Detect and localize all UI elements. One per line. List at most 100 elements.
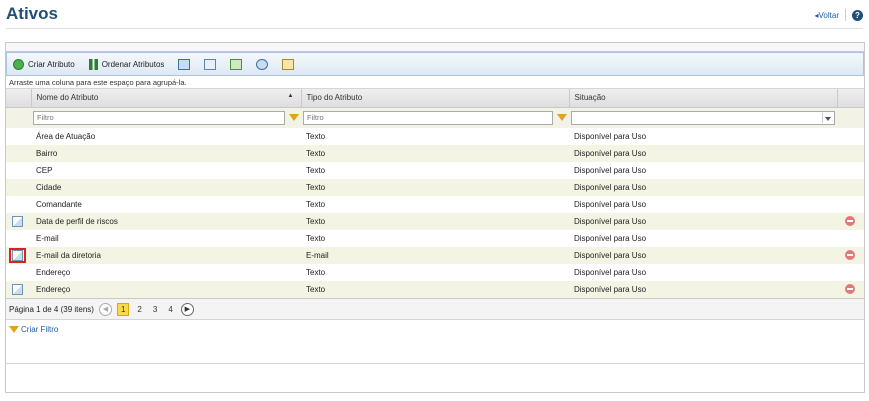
columns-icon[interactable] (204, 58, 217, 70)
title-divider (6, 28, 863, 29)
edit-page-icon[interactable] (282, 58, 295, 70)
delete-button[interactable] (845, 249, 855, 260)
create-filter-link[interactable]: Criar Filtro (6, 325, 864, 334)
status-cell: Disponível para Uso (569, 213, 837, 230)
filter-actions-cell (837, 107, 864, 128)
page-2-button[interactable]: 2 (134, 304, 144, 315)
header-attribute-name[interactable]: Nome do Atributo ▲ (31, 89, 302, 108)
filter-edit-cell (6, 107, 31, 128)
delete-button[interactable] (845, 283, 855, 294)
attribute-type-cell: E-mail (301, 247, 569, 264)
edit-cell (6, 128, 31, 145)
filter-icon[interactable] (557, 114, 567, 122)
pager: Página 1 de 4 (39 itens) ◀ 1 2 3 4 ▶ (6, 298, 864, 320)
attribute-type-cell: Texto (301, 128, 569, 145)
edit-button[interactable] (9, 248, 26, 263)
table-row[interactable]: Data de perfil de riscos Texto Disponível … (6, 213, 864, 230)
back-link[interactable]: ◂Voltar (815, 11, 839, 20)
order-attributes-button[interactable]: Ordenar Atributos (88, 58, 165, 70)
table-row[interactable]: Cidade Texto Disponível para Uso (6, 179, 864, 196)
attribute-type-cell: Texto (301, 179, 569, 196)
table-row[interactable]: Endereço Texto Disponível para Uso (6, 281, 864, 298)
edit-cell (6, 196, 31, 213)
sort-icon (88, 58, 98, 70)
delete-cell (837, 213, 864, 230)
attribute-name-cell: Comandante (31, 196, 301, 213)
refresh-icon[interactable] (256, 58, 269, 70)
top-right-links: ◂Voltar ? (815, 9, 863, 21)
delete-cell (837, 247, 864, 264)
attribute-name-cell: Bairro (31, 145, 301, 162)
status-cell: Disponível para Uso (569, 196, 837, 213)
attribute-type-cell: Texto (301, 196, 569, 213)
edit-icon (12, 250, 23, 261)
edit-button[interactable] (9, 214, 26, 229)
attribute-type-cell: Texto (301, 264, 569, 281)
edit-cell (6, 264, 31, 281)
export-icon[interactable] (230, 58, 243, 70)
filter-icon[interactable] (289, 114, 299, 122)
delete-cell (837, 196, 864, 213)
attribute-name-cell: E-mail (31, 230, 301, 247)
add-icon (13, 58, 24, 70)
table-row[interactable]: E-mail Texto Disponível para Uso (6, 230, 864, 247)
table-row[interactable]: E-mail da diretoria E-mail Disponível para… (6, 247, 864, 264)
page-1-button[interactable]: 1 (116, 302, 130, 316)
group-hint: Arraste uma coluna para este espaço para… (6, 76, 864, 89)
next-page-button[interactable]: ▶ (180, 302, 194, 316)
help-icon[interactable]: ? (852, 9, 863, 21)
filter-name-cell (31, 107, 301, 128)
toolbar: Criar Atributo Ordenar Atributos (6, 52, 864, 76)
delete-cell (837, 128, 864, 145)
filter-status-select[interactable] (571, 110, 835, 125)
hierarchy-icon[interactable] (178, 58, 191, 70)
table-row[interactable]: Bairro Texto Disponível para Uso (6, 145, 864, 162)
attribute-name-cell: Endereço (31, 264, 301, 281)
header-status-label: Situação (574, 93, 606, 103)
filter-status-cell (569, 107, 837, 128)
sort-up-icon: ▲ (287, 93, 294, 100)
table-row[interactable]: Comandante Texto Disponível para Uso (6, 196, 864, 213)
panel-header (6, 43, 864, 52)
footer-divider (6, 363, 864, 364)
delete-cell (837, 281, 864, 298)
delete-cell (837, 162, 864, 179)
prev-page-button[interactable]: ◀ (98, 302, 112, 316)
edit-cell (6, 247, 31, 264)
edit-cell (6, 230, 31, 247)
filter-icon (9, 326, 19, 333)
edit-button[interactable] (9, 282, 26, 297)
delete-button[interactable] (845, 215, 855, 226)
attribute-name-cell: Data de perfil de riscos (31, 213, 301, 230)
divider (845, 9, 846, 21)
edit-cell (6, 281, 31, 298)
attribute-name-cell: E-mail da diretoria (31, 247, 301, 264)
table-row[interactable]: Área de Atuação Texto Disponível para Uso (6, 128, 864, 145)
status-cell: Disponível para Uso (569, 281, 837, 298)
filter-type-cell (301, 107, 569, 128)
header-attribute-type-label: Tipo do Atributo (306, 93, 363, 103)
create-filter-label: Criar Filtro (21, 325, 59, 334)
header-edit-col (6, 89, 32, 108)
attribute-name-cell: Cidade (31, 179, 301, 196)
header-status[interactable]: Situação (569, 89, 838, 108)
filter-type-input[interactable] (303, 110, 553, 125)
delete-cell (837, 264, 864, 281)
table-row[interactable]: Endereço Texto Disponível para Uso (6, 264, 864, 281)
edit-icon (12, 284, 23, 295)
status-cell: Disponível para Uso (569, 247, 837, 264)
header-row: Nome do Atributo ▲ Tipo do Atributo Situa… (6, 89, 865, 108)
pager-summary: Página 1 de 4 (39 itens) (9, 304, 94, 314)
header-attribute-type[interactable]: Tipo do Atributo (301, 89, 570, 108)
edit-cell (6, 213, 31, 230)
header-actions-col (837, 89, 865, 108)
filter-name-input[interactable] (33, 110, 285, 125)
page-4-button[interactable]: 4 (165, 304, 175, 315)
table-row[interactable]: CEP Texto Disponível para Uso (6, 162, 864, 179)
page-3-button[interactable]: 3 (150, 304, 160, 315)
delete-cell (837, 179, 864, 196)
create-attribute-button[interactable]: Criar Atributo (13, 58, 75, 70)
attribute-type-cell: Texto (301, 230, 569, 247)
order-attributes-label: Ordenar Atributos (101, 59, 165, 69)
attributes-panel: Criar Atributo Ordenar Atributos Arraste… (5, 42, 865, 393)
